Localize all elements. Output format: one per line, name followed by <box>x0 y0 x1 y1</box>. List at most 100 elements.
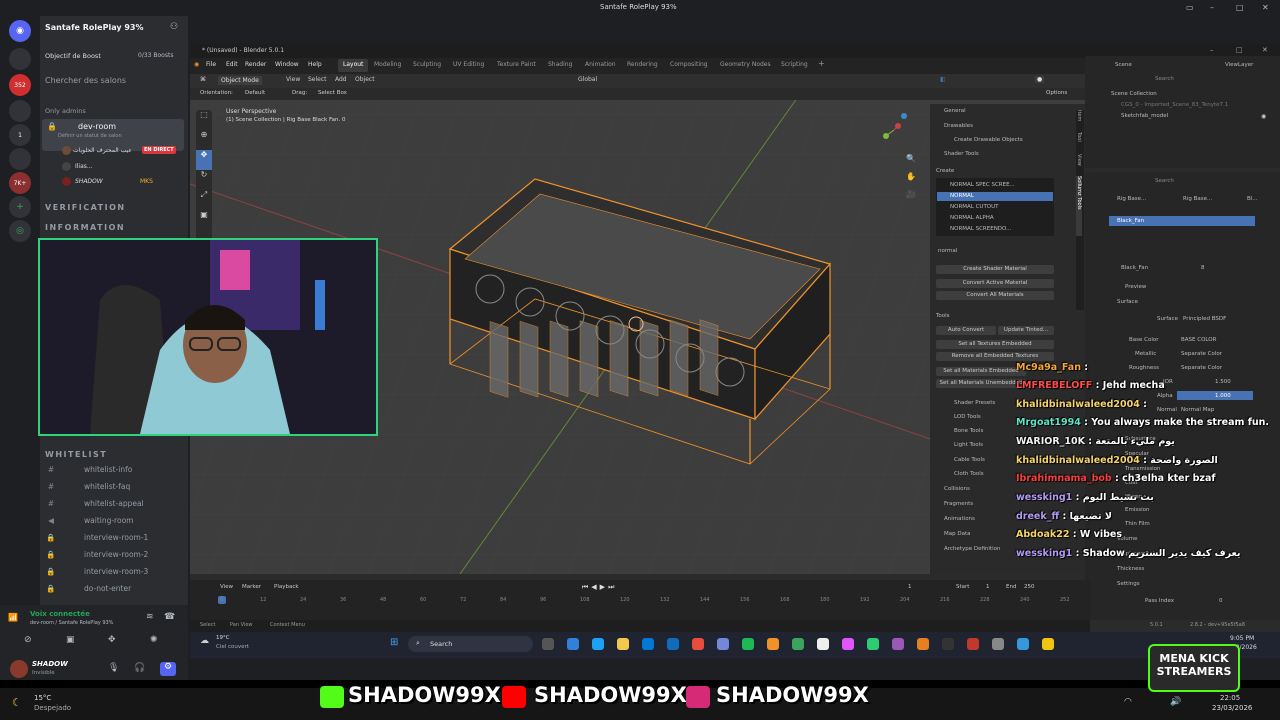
taskbar-app-icon[interactable] <box>917 638 929 650</box>
tab-texture-paint[interactable]: Texture Paint <box>497 61 536 68</box>
headphones-icon[interactable]: 🎧 <box>134 663 145 673</box>
section-preview[interactable]: Preview <box>1125 284 1146 290</box>
tab-sollumz-tools[interactable]: Sollumz Tools <box>1076 176 1082 236</box>
viewlayer-select[interactable]: ViewLayer <box>1225 62 1253 68</box>
voice-user[interactable]: Ilias... <box>75 163 93 170</box>
guild-icon[interactable]: 352 <box>9 74 31 96</box>
surface-value[interactable]: Principled BSDF <box>1183 316 1226 322</box>
settings-gear-icon[interactable]: ⚙ <box>160 662 176 676</box>
microphone-icon[interactable]: 🎙 <box>108 663 119 673</box>
tab-layout[interactable]: Layout <box>343 61 363 68</box>
section-bone-tools[interactable]: Bone Tools <box>954 428 983 434</box>
view-menu-object[interactable]: Object <box>355 76 375 83</box>
taskbar-app-icon[interactable] <box>1042 638 1054 650</box>
maximize-icon[interactable]: □ <box>1236 46 1243 54</box>
avatar[interactable] <box>62 146 71 155</box>
camera-icon[interactable]: ⊘ <box>24 635 32 645</box>
prop-value[interactable]: 1.000 <box>1215 393 1231 399</box>
section-archetype[interactable]: Archetype Definition <box>944 546 1000 552</box>
select-tool-icon[interactable]: ⬚ <box>196 110 212 130</box>
section-light-tools[interactable]: Light Tools <box>954 442 983 448</box>
scale-tool-icon[interactable]: ⤢ <box>196 190 212 210</box>
outliner-root[interactable]: Scene Collection <box>1111 91 1157 97</box>
timeline-menu-marker[interactable]: Marker <box>242 584 261 590</box>
taskbar-app-icon[interactable] <box>592 638 604 650</box>
mode-select[interactable]: Object Mode <box>218 76 262 85</box>
avatar[interactable] <box>10 660 28 678</box>
prop-value[interactable]: Normal Map <box>1181 407 1214 413</box>
prop-value[interactable]: 1.500 <box>1215 379 1231 385</box>
taskbar-app-icon[interactable] <box>867 638 879 650</box>
section-drawables[interactable]: Drawables <box>944 123 973 129</box>
section-shader-tools[interactable]: Shader Tools <box>944 151 979 157</box>
gizmo-toggle-icon[interactable]: ◧ <box>940 76 946 83</box>
category-verification[interactable]: VERIFICATION <box>45 203 126 212</box>
create-drawable-button[interactable]: Create Drawable Objects <box>954 137 1023 143</box>
list-item[interactable]: NORMAL SPEC SCREE... <box>950 182 1015 188</box>
category-label[interactable]: Only admins <box>45 107 86 115</box>
taskbar-app-icon[interactable] <box>967 638 979 650</box>
pan-hand-icon[interactable]: ✋ <box>906 172 916 181</box>
close-icon[interactable]: ✕ <box>1262 3 1269 12</box>
guild-icon[interactable] <box>9 48 31 70</box>
outliner-item[interactable]: CGS_0 - Imported_Scene_83_Tenyte7.1 <box>1121 102 1228 108</box>
taskbar-app-icon[interactable] <box>542 638 554 650</box>
prop-value[interactable]: BASE COLOR <box>1181 337 1216 343</box>
section-cloth-tools[interactable]: Cloth Tools <box>954 471 984 477</box>
scene-select[interactable]: Scene <box>1115 62 1132 68</box>
taskbar-app-icon[interactable] <box>667 638 679 650</box>
section-thin-film[interactable]: Thin Film <box>1125 521 1150 527</box>
outliner-search[interactable]: Search <box>1155 76 1174 82</box>
voice-room[interactable]: dev-room / Santafe RolePlay 93% <box>30 620 113 626</box>
view-menu-add[interactable]: Add <box>335 76 347 83</box>
windows-start-icon[interactable]: ⊞ <box>390 637 398 648</box>
tab-sculpting[interactable]: Sculpting <box>413 61 441 68</box>
menu-file[interactable]: File <box>206 61 216 68</box>
tab-tool[interactable]: Tool <box>1076 132 1082 154</box>
tab-scripting[interactable]: Scripting <box>781 61 808 68</box>
taskbar-app-icon[interactable] <box>992 638 1004 650</box>
move-tool-icon[interactable]: ✥ <box>196 150 212 170</box>
add-member-icon[interactable]: ⚇ <box>170 22 178 32</box>
section-settings[interactable]: Settings <box>1117 581 1140 587</box>
screen-share-icon[interactable]: ▣ <box>66 635 75 645</box>
outliner-item[interactable]: Sketchfab_model <box>1121 113 1168 119</box>
taskbar-app-icon[interactable] <box>767 638 779 650</box>
section-animations[interactable]: Animations <box>944 516 975 522</box>
disconnect-icon[interactable]: ☎ <box>164 612 175 622</box>
avatar[interactable] <box>62 162 71 171</box>
tab-modeling[interactable]: Modeling <box>374 61 401 68</box>
taskbar-app-icon[interactable] <box>942 638 954 650</box>
minimize-icon[interactable]: – <box>1210 46 1214 54</box>
discord-home-icon[interactable]: ◉ <box>9 20 31 42</box>
view-menu-view[interactable]: View <box>286 76 300 83</box>
current-frame[interactable]: 1 <box>908 584 912 590</box>
section-shader-presets[interactable]: Shader Presets <box>954 400 995 406</box>
list-item[interactable]: NORMAL <box>950 193 974 199</box>
blender-logo-icon[interactable]: ◉ <box>194 61 199 68</box>
soundboard-icon[interactable]: ✺ <box>150 635 158 645</box>
section-general[interactable]: General <box>944 108 966 114</box>
pass-index-value[interactable]: 0 <box>1219 598 1223 604</box>
channel-search[interactable]: Chercher des salons <box>45 76 126 85</box>
cursor-tool-icon[interactable]: ⊕ <box>196 130 212 150</box>
zoom-icon[interactable]: 🔍 <box>906 154 916 163</box>
tab-view[interactable]: View <box>1076 154 1082 176</box>
taskbar-app-icon[interactable] <box>692 638 704 650</box>
material-name-field[interactable]: Black_Fan <box>1121 265 1148 271</box>
drag-value[interactable]: Select Box <box>318 90 347 96</box>
list-item[interactable]: NORMAL ALPHA <box>950 215 994 221</box>
tab-shading[interactable]: Shading <box>548 61 572 68</box>
taskbar-search[interactable]: ⌕ Search <box>408 636 533 652</box>
taskbar-app-icon[interactable] <box>842 638 854 650</box>
maximize-icon[interactable]: □ <box>1236 3 1244 12</box>
section-surface[interactable]: Surface <box>1117 299 1138 305</box>
list-item[interactable]: NORMAL SCREENDO... <box>950 226 1011 232</box>
start-frame[interactable]: 1 <box>986 584 990 590</box>
create-shader-material-button[interactable]: Create Shader Material <box>936 265 1054 274</box>
tab-geometry-nodes[interactable]: Geometry Nodes <box>720 61 771 68</box>
remove-embedded-button[interactable]: Remove all Embedded Textures <box>936 352 1054 361</box>
channel-item[interactable]: # whitelist-appeal <box>44 495 184 511</box>
convert-active-button[interactable]: Convert Active Material <box>936 279 1054 288</box>
add-workspace-icon[interactable]: + <box>818 59 825 68</box>
